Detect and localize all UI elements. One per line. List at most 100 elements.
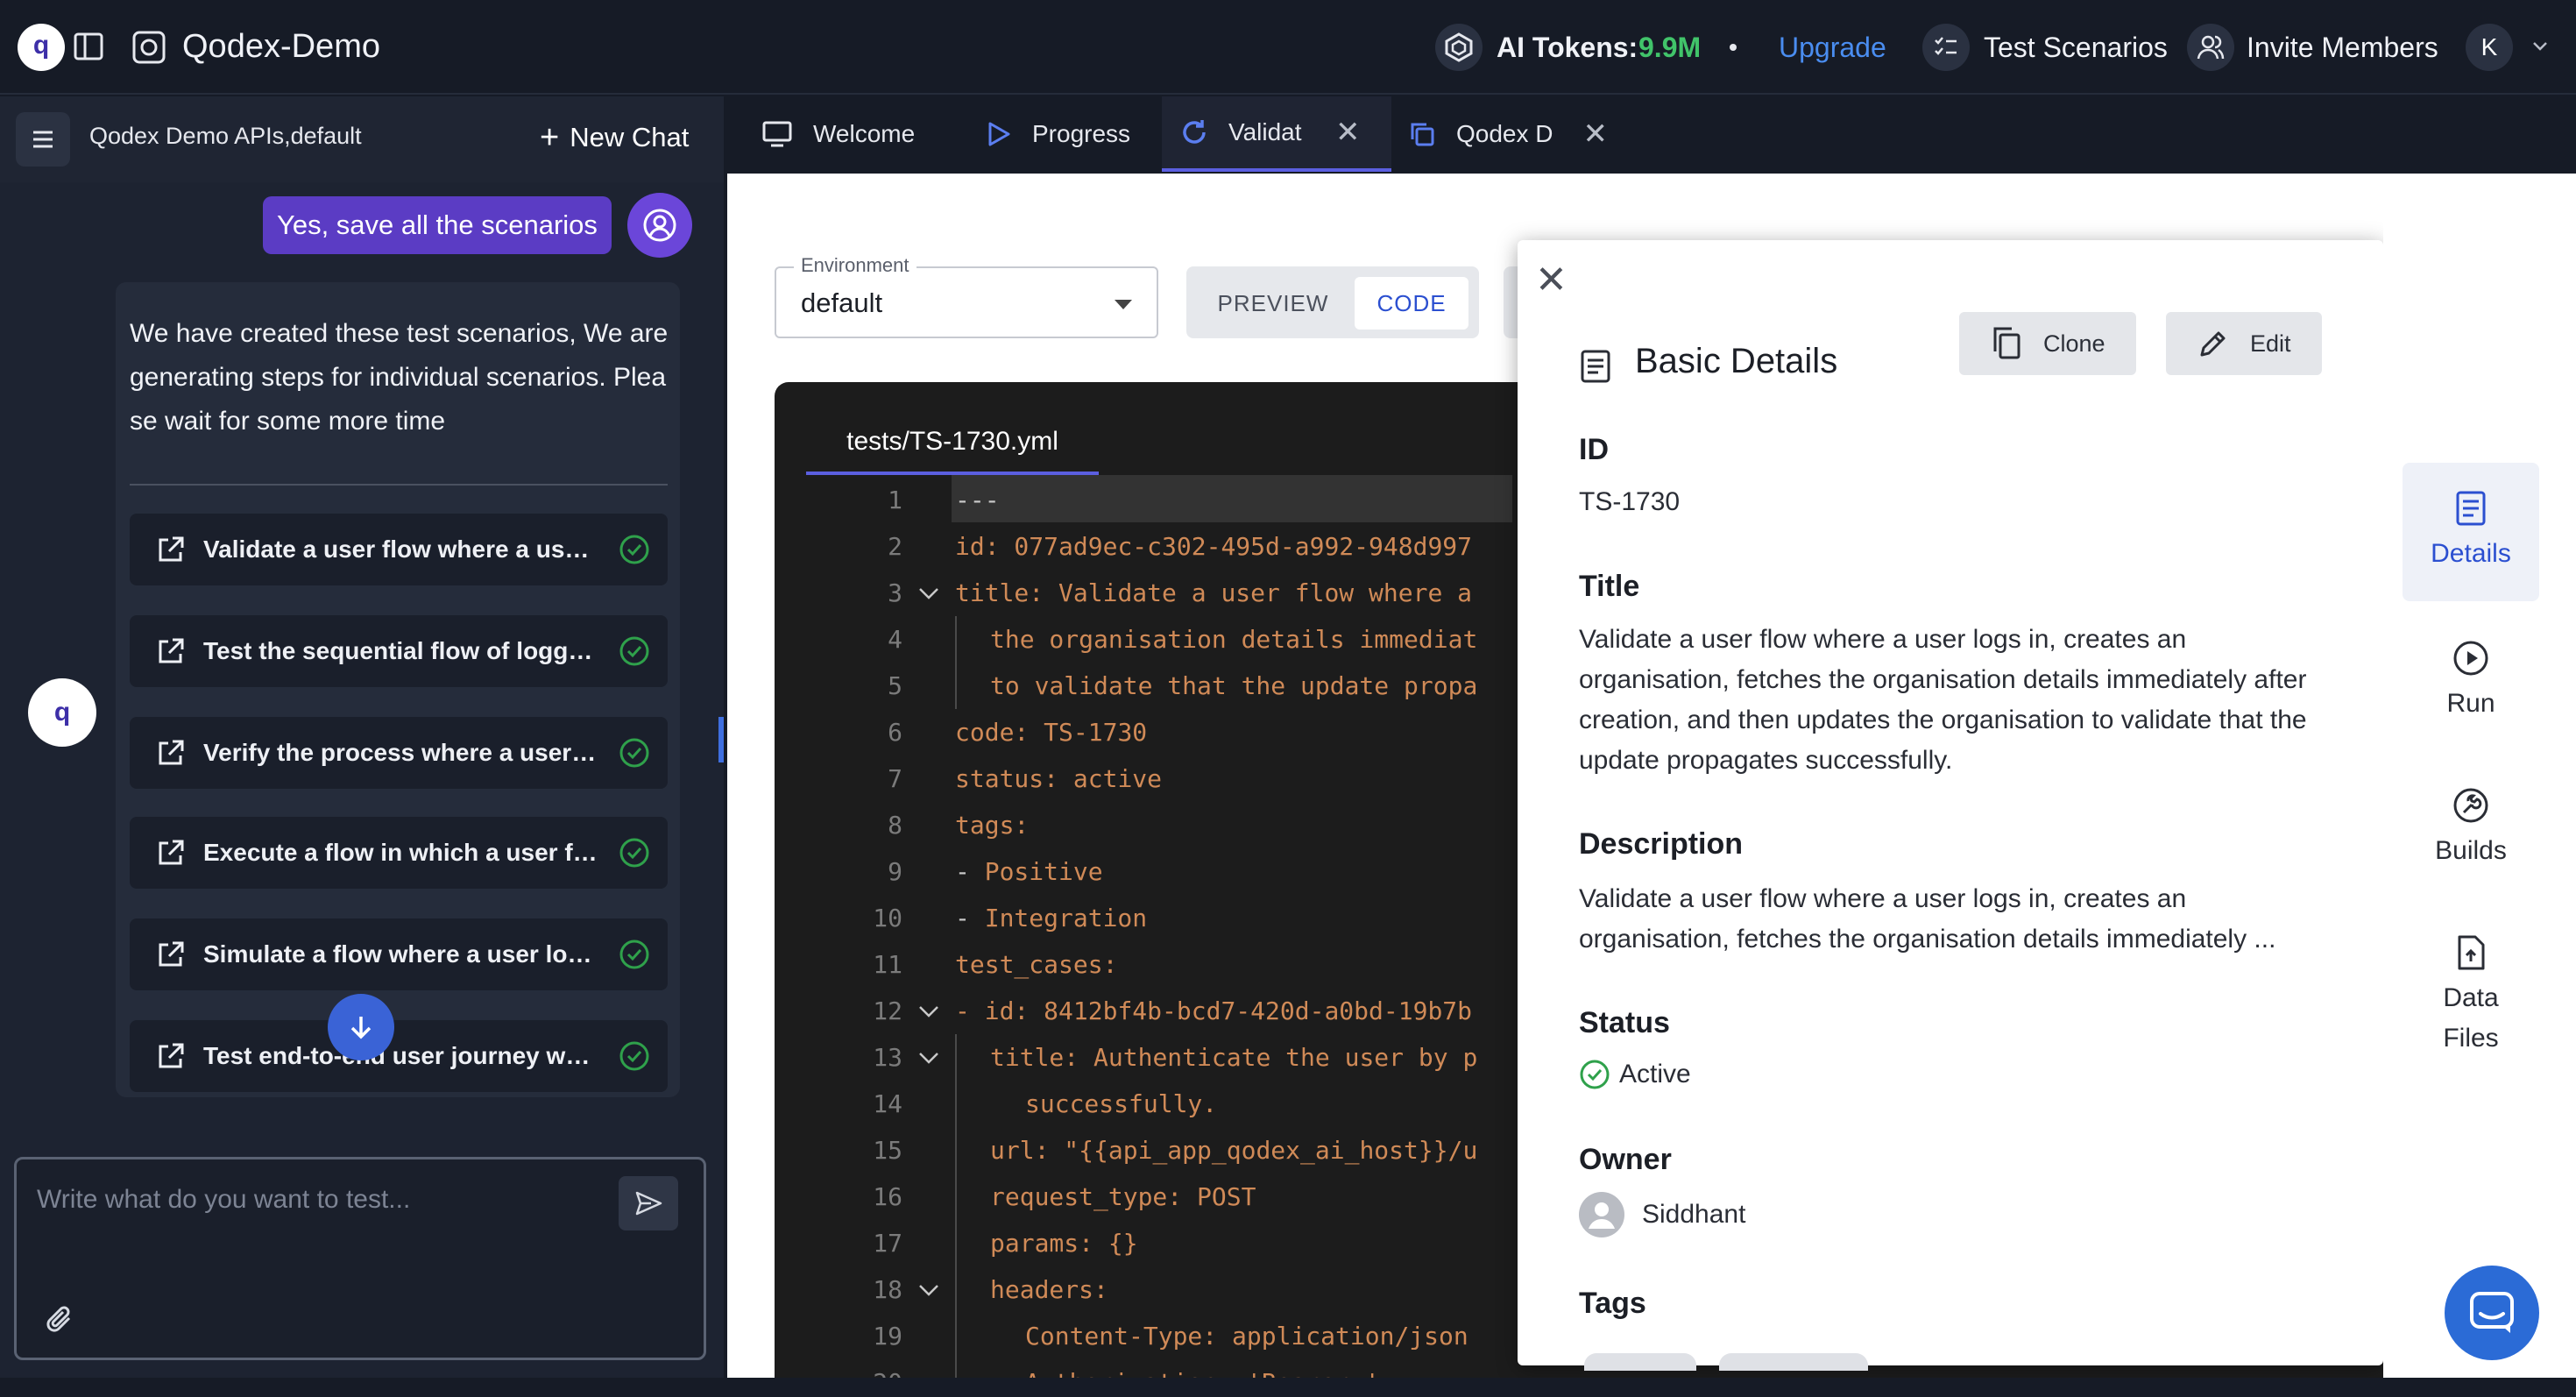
code-value: to validate that the update propa bbox=[990, 671, 1478, 700]
line-number: 14 bbox=[873, 1089, 902, 1118]
checklist-icon[interactable] bbox=[1922, 24, 1970, 71]
user-avatar[interactable]: K bbox=[2466, 24, 2513, 71]
description-label: Description bbox=[1579, 827, 1744, 861]
rail-details[interactable]: Details bbox=[2403, 463, 2539, 601]
fold-chevron-icon[interactable] bbox=[902, 1004, 955, 1018]
tab-validate[interactable]: Validat ✕ bbox=[1162, 96, 1391, 172]
code-line: 17 params: {} bbox=[775, 1220, 1138, 1266]
code-key: url: bbox=[990, 1136, 1050, 1165]
scenario-label: Test end-to-end user journey whe... bbox=[203, 1042, 598, 1069]
code-key: request_type: bbox=[990, 1182, 1183, 1211]
tab-progress[interactable]: Progress bbox=[987, 96, 1130, 172]
clone-button[interactable]: Clone bbox=[1959, 312, 2136, 375]
check-circle-icon bbox=[1580, 1060, 1610, 1089]
id-label: ID bbox=[1579, 433, 1609, 466]
close-icon[interactable]: ✕ bbox=[1335, 115, 1361, 150]
status-value: Active bbox=[1619, 1060, 1691, 1089]
test-scenarios-button[interactable]: Test Scenarios bbox=[1984, 32, 2168, 64]
chat-input-placeholder: Write what do you want to test... bbox=[37, 1185, 411, 1214]
line-number: 4 bbox=[888, 625, 902, 654]
status-badge: Active bbox=[1579, 1059, 1691, 1090]
scenario-item[interactable]: Execute a flow in which a user firs... bbox=[130, 817, 668, 889]
file-upload-icon bbox=[2458, 935, 2485, 970]
send-icon bbox=[635, 1191, 662, 1216]
code-toggle[interactable]: CODE bbox=[1355, 277, 1468, 330]
fold-chevron-icon[interactable] bbox=[902, 1051, 955, 1065]
fold-chevron-icon[interactable] bbox=[902, 586, 955, 600]
scenario-label: Validate a user flow where a user ... bbox=[203, 535, 598, 563]
edit-label: Edit bbox=[2250, 330, 2291, 357]
edit-button[interactable]: Edit bbox=[2166, 312, 2322, 375]
line-number: 2 bbox=[888, 532, 902, 561]
close-icon[interactable]: ✕ bbox=[1583, 117, 1609, 152]
title-value: Validate a user flow where a user logs i… bbox=[1579, 625, 2307, 775]
editor-file-tab[interactable]: tests/TS-1730.yml bbox=[806, 412, 1099, 475]
code-value: application/json bbox=[1217, 1322, 1468, 1351]
support-chat-button[interactable] bbox=[2445, 1266, 2539, 1360]
dropdown-caret-icon[interactable] bbox=[1115, 300, 1132, 309]
preview-toggle[interactable]: PREVIEW bbox=[1199, 277, 1348, 330]
chevron-down-icon[interactable] bbox=[2530, 37, 2550, 60]
invite-members-button[interactable]: Invite Members bbox=[2247, 32, 2438, 64]
line-number: 5 bbox=[888, 671, 902, 700]
line-number: 3 bbox=[888, 578, 902, 607]
code-line: 7 status: active bbox=[775, 755, 1162, 802]
line-number: 7 bbox=[888, 764, 902, 793]
scenario-item[interactable]: Simulate a flow where a user logs ... bbox=[130, 918, 668, 990]
scenario-item[interactable]: Test end-to-end user journey whe... bbox=[130, 1020, 668, 1092]
qodex-logo[interactable]: q bbox=[18, 24, 65, 71]
scenario-label: Execute a flow in which a user firs... bbox=[203, 839, 598, 866]
check-circle-icon bbox=[619, 738, 649, 768]
line-number: 19 bbox=[873, 1322, 902, 1351]
wrench-icon bbox=[2453, 788, 2488, 823]
close-icon[interactable]: ✕ bbox=[1535, 258, 1568, 302]
rail-data-files[interactable]: Data Files bbox=[2403, 934, 2539, 1059]
scroll-down-button[interactable] bbox=[328, 994, 394, 1060]
code-key: id: bbox=[955, 532, 1000, 561]
send-button[interactable] bbox=[619, 1176, 678, 1230]
code-value: "{{api_app_qodex_ai_host}}/u bbox=[1049, 1136, 1478, 1165]
upgrade-link[interactable]: Upgrade bbox=[1779, 32, 1886, 64]
copy-icon bbox=[1993, 327, 2020, 359]
new-chat-button[interactable]: + New Chat bbox=[540, 121, 689, 154]
code-line: 3 title: Validate a user flow where a bbox=[775, 570, 1472, 616]
tab-welcome[interactable]: Welcome bbox=[762, 96, 915, 172]
external-link-icon bbox=[159, 941, 184, 967]
scenario-item[interactable]: Test the sequential flow of logging... bbox=[130, 615, 668, 687]
code-key: - bbox=[955, 904, 985, 933]
sidebar-toggle-icon[interactable] bbox=[74, 32, 103, 66]
rail-run[interactable]: Run bbox=[2403, 640, 2539, 724]
play-circle-icon bbox=[2453, 641, 2488, 676]
tab-label: Progress bbox=[1032, 120, 1131, 147]
users-icon[interactable] bbox=[2187, 24, 2234, 71]
code-line: 13 title: Authenticate the user by p bbox=[775, 1034, 1477, 1081]
code-line: 15 url: "{{api_app_qodex_ai_host}}/u bbox=[775, 1127, 1477, 1174]
external-link-icon bbox=[159, 1043, 184, 1068]
indent bbox=[955, 1174, 990, 1220]
line-number: 13 bbox=[873, 1043, 902, 1072]
check-circle-icon bbox=[619, 940, 649, 969]
ai-tokens-label: AI Tokens: bbox=[1497, 32, 1638, 63]
app-name[interactable]: Qodex-Demo bbox=[182, 28, 380, 66]
ai-tokens-icon bbox=[1435, 24, 1483, 71]
code-value: successfully. bbox=[1025, 1089, 1218, 1118]
monitor-icon bbox=[762, 121, 792, 147]
code-key: title: bbox=[990, 1043, 1079, 1072]
scenario-item[interactable]: Validate a user flow where a user ... bbox=[130, 514, 668, 585]
line-number: 11 bbox=[873, 950, 902, 979]
fold-chevron-icon[interactable] bbox=[902, 1283, 955, 1297]
code-line: 6 code: TS-1730 bbox=[775, 709, 1147, 755]
scenario-item[interactable]: Verify the process where a user lo... bbox=[130, 717, 668, 789]
menu-button[interactable] bbox=[16, 112, 70, 167]
code-line: 1 --- bbox=[775, 477, 999, 523]
tab-qodex-demo[interactable]: Qodex D ✕ bbox=[1409, 96, 1608, 172]
tags-label: Tags bbox=[1579, 1287, 1646, 1320]
tab-label: Validat bbox=[1228, 118, 1302, 145]
rail-builds[interactable]: Builds bbox=[2403, 787, 2539, 871]
code-line: 10 - Integration bbox=[775, 895, 1147, 941]
indent bbox=[955, 1081, 1025, 1127]
code-line: 9 - Positive bbox=[775, 848, 1102, 895]
paperclip-icon[interactable] bbox=[46, 1304, 75, 1342]
panel-resize-handle[interactable] bbox=[718, 717, 724, 762]
code-line: 8 tags: bbox=[775, 802, 1029, 848]
